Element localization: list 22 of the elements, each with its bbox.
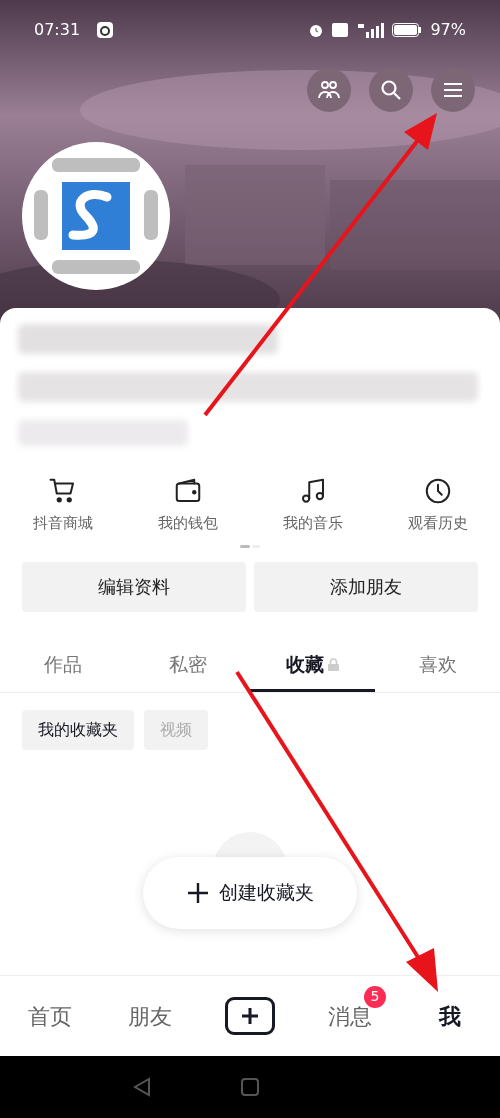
back-icon[interactable] — [133, 1077, 151, 1097]
shortcut-item[interactable]: 我的钱包 — [125, 476, 250, 535]
profile-tab[interactable]: 收藏 — [250, 639, 375, 692]
create-button[interactable] — [225, 997, 275, 1035]
profile-tab[interactable]: 私密 — [125, 639, 250, 692]
profile-button[interactable]: 添加朋友 — [254, 561, 478, 612]
nav-tab[interactable]: 首页 — [28, 999, 72, 1033]
profile-tab[interactable]: 喜欢 — [375, 639, 500, 692]
unread-badge: 5 — [364, 985, 386, 1008]
filter-chip[interactable]: 我的收藏夹 — [22, 709, 134, 750]
nav-tab[interactable]: 我 — [439, 999, 461, 1033]
shortcut-item[interactable]: 抖音商城 — [0, 476, 125, 535]
create-folder-button[interactable]: 创建收藏夹 — [143, 856, 357, 929]
shortcut-item[interactable]: 观看历史 — [375, 476, 500, 535]
page-indicator — [240, 544, 260, 548]
plus-icon — [241, 1007, 259, 1025]
profile-button[interactable]: 编辑资料 — [22, 561, 246, 612]
home-icon[interactable] — [241, 1078, 259, 1096]
nav-tab[interactable]: 朋友 — [128, 999, 172, 1033]
profile-tab[interactable]: 作品 — [0, 639, 125, 692]
shortcut-item[interactable]: 我的音乐 — [250, 476, 375, 535]
plus-icon — [186, 881, 209, 904]
